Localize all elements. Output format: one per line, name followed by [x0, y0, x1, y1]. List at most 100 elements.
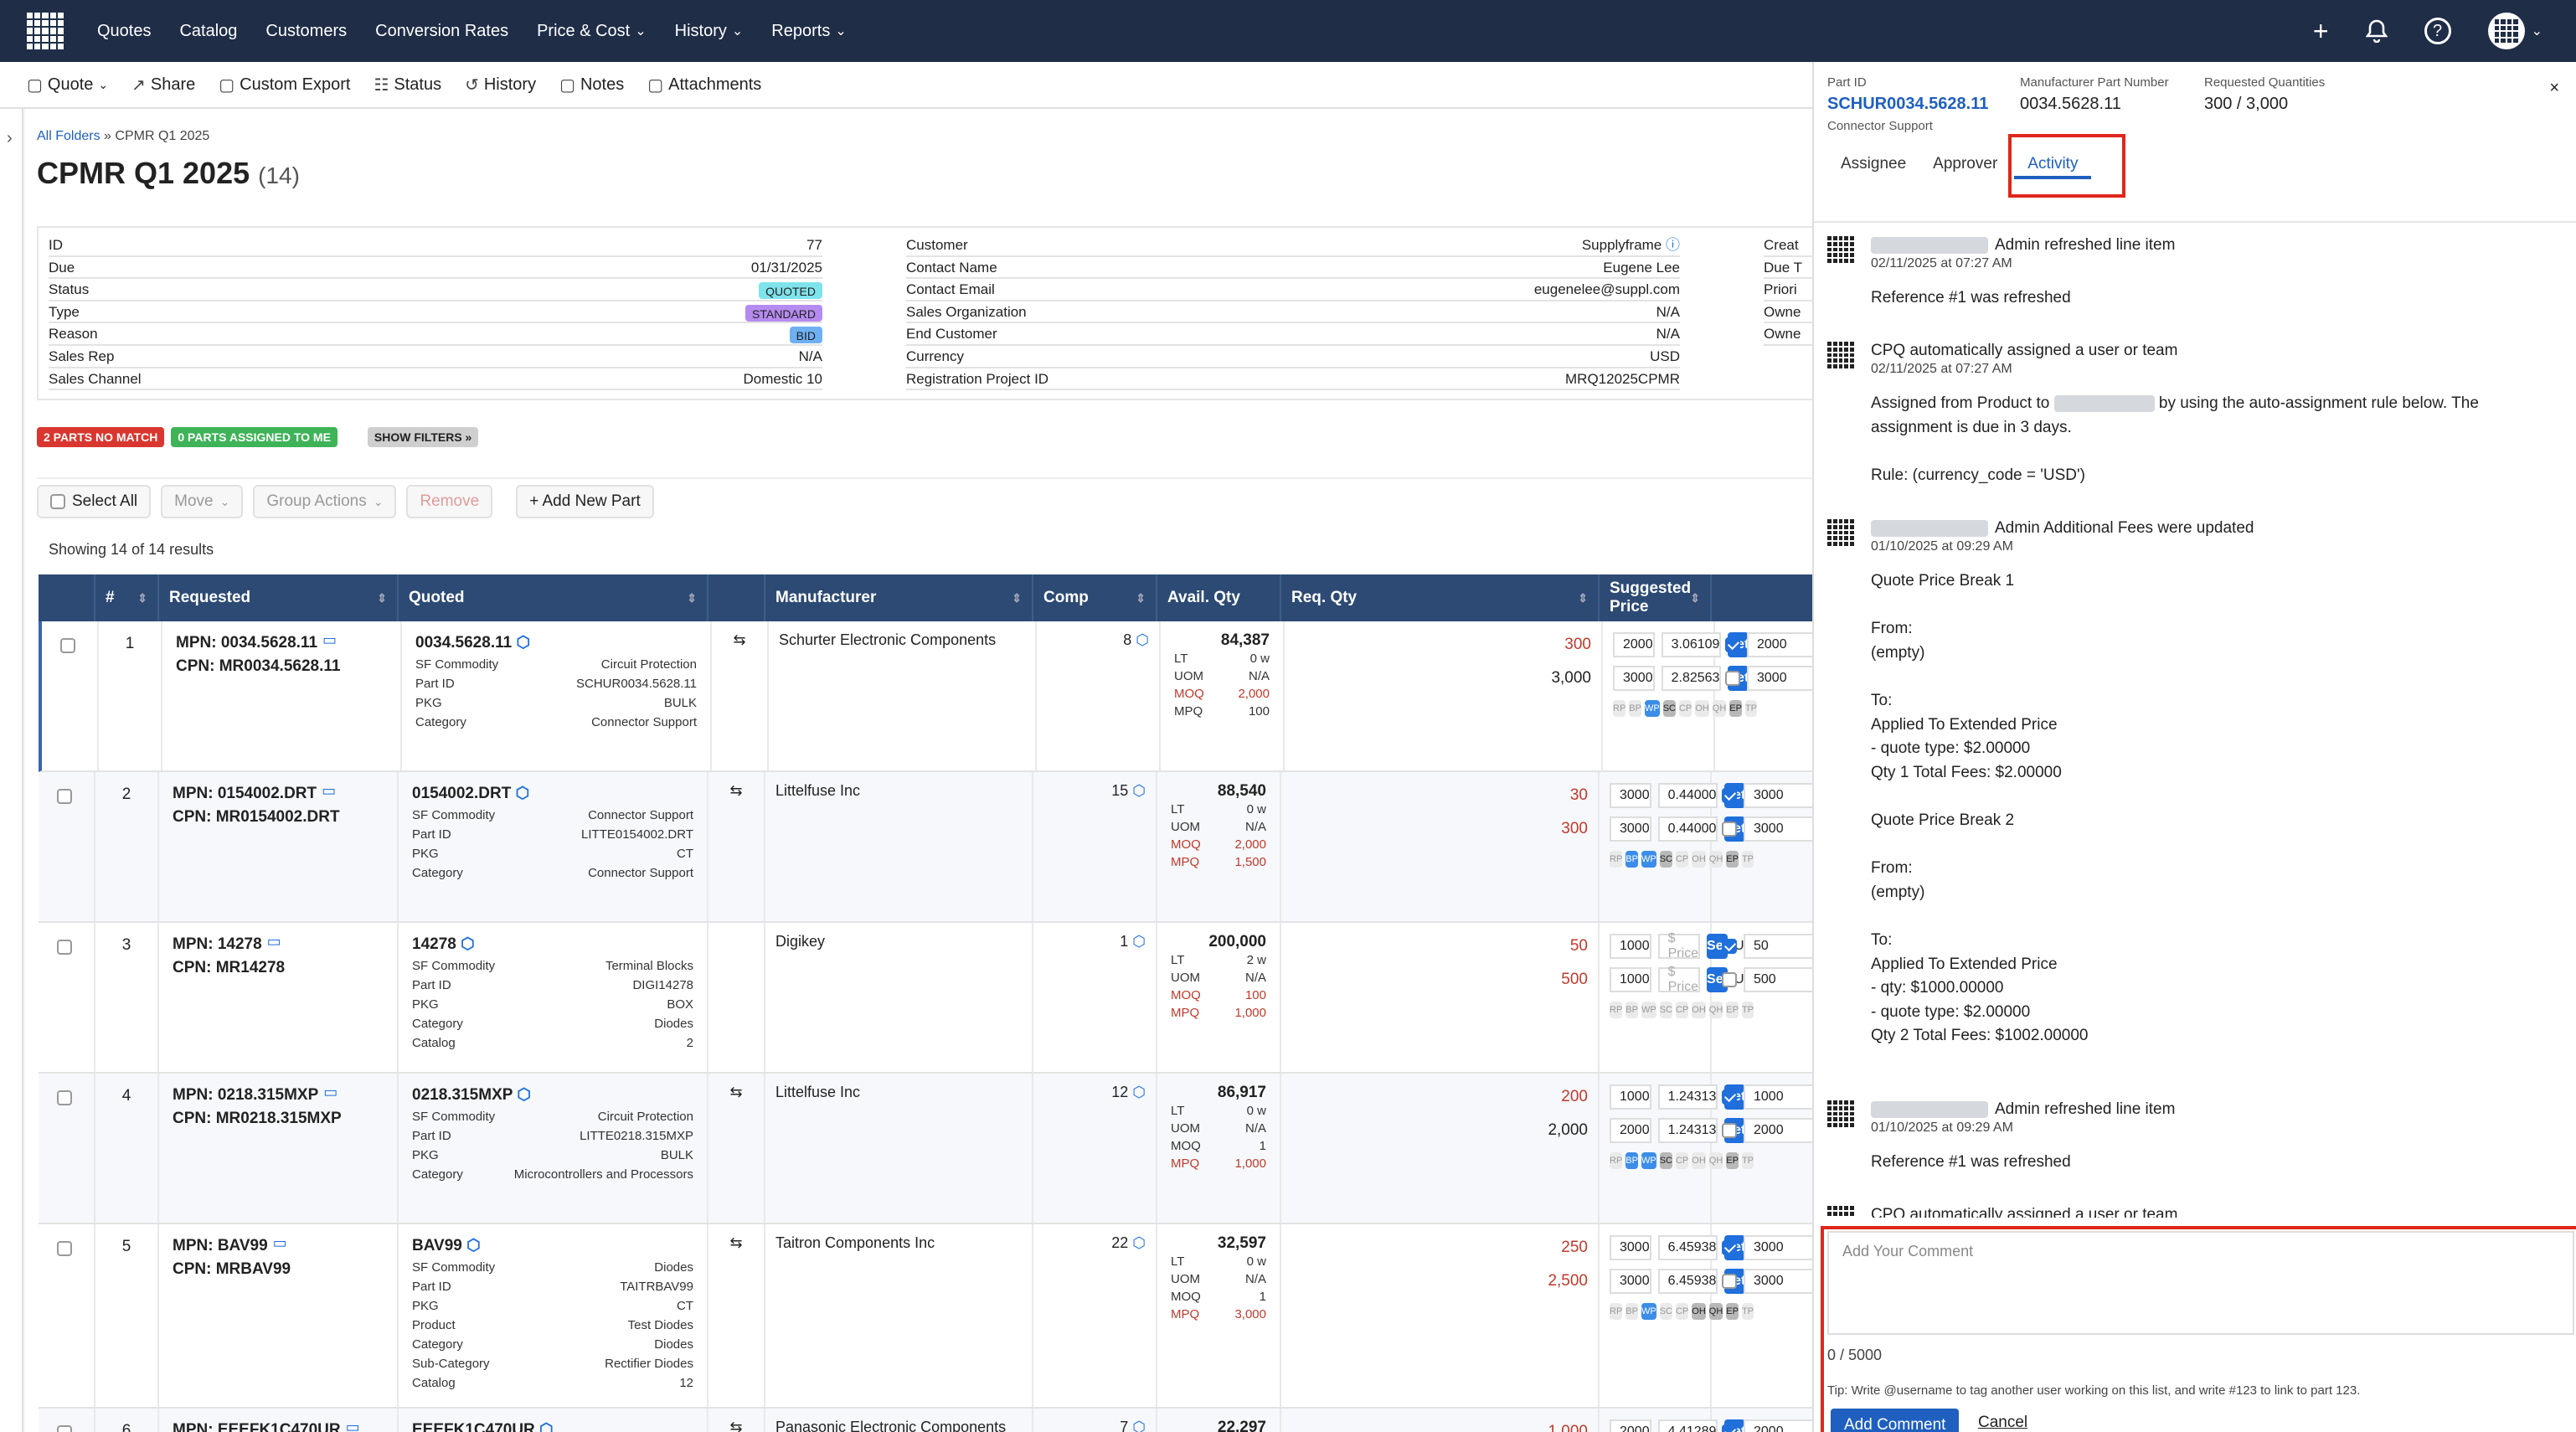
quote-price-input[interactable]: 3000	[1744, 816, 1812, 842]
compare-icon[interactable]: ⇆	[708, 1234, 764, 1252]
compare-icon[interactable]: ⇆	[708, 1084, 764, 1101]
remove-button[interactable]: Remove	[406, 485, 493, 518]
quote-checkbox[interactable]	[1725, 637, 1740, 652]
col-header[interactable]: # ⇕	[95, 574, 159, 621]
quote-price-input[interactable]: 2000	[1744, 1118, 1812, 1143]
header-spacer[interactable]	[708, 574, 765, 621]
quoted-part-link[interactable]: 0154002.DRT ⬡	[412, 782, 693, 806]
comp-count[interactable]: 8	[1123, 631, 1131, 648]
source-tag[interactable]: OH	[1692, 1152, 1706, 1169]
toolbar-share[interactable]: ↗ Share	[131, 75, 195, 95]
source-tag[interactable]: RP	[1610, 851, 1623, 868]
quote-price-input[interactable]: 3000	[1744, 1269, 1812, 1294]
bell-icon[interactable]	[2365, 19, 2388, 43]
table-row[interactable]: 6 MPN: EEEFK1C470UR ▭ EEEFK1C470UR ⬡ ⇆ Panas…	[39, 1409, 1812, 1432]
quoted-part-link[interactable]: 0218.315MXP ⬡	[412, 1084, 693, 1107]
source-tag[interactable]: BP	[1625, 1303, 1638, 1320]
row-checkbox[interactable]	[57, 789, 72, 804]
col-header[interactable]: Requested ⇕	[159, 574, 399, 621]
select-all-button[interactable]: Select All	[37, 485, 152, 518]
col-header[interactable]: Comp ⇕	[1033, 574, 1157, 621]
source-tag[interactable]: BP	[1625, 1152, 1638, 1169]
row-checkbox[interactable]	[57, 1090, 72, 1105]
price-input[interactable]: 3.06109	[1661, 632, 1722, 657]
source-tag[interactable]: CP	[1675, 1303, 1689, 1320]
filter-chip[interactable]: SHOW FILTERS »	[367, 427, 479, 447]
quoted-part-link[interactable]: 14278 ⬡	[412, 933, 693, 956]
quote-checkbox[interactable]	[1722, 788, 1737, 803]
quote-checkbox[interactable]	[1722, 1240, 1737, 1255]
toolbar-custom-export[interactable]: ▢ Custom Export	[219, 75, 350, 95]
price-input[interactable]: 4.41289	[1657, 1419, 1718, 1432]
comp-count[interactable]: 12	[1111, 1084, 1128, 1100]
quote-price-input[interactable]: 3000	[1747, 666, 1812, 691]
source-tag[interactable]: RP	[1610, 1152, 1623, 1169]
toolbar-status[interactable]: ☷ Status	[374, 75, 441, 95]
source-tag[interactable]: SC	[1659, 851, 1672, 868]
table-row[interactable]: 3 MPN: 14278 ▭ CPN: MR14278 14278 ⬡ SF Commo…	[39, 923, 1812, 1074]
group-actions-dropdown[interactable]: Group Actions ⌄	[253, 485, 397, 518]
col-header[interactable]: Quoted ⇕	[399, 574, 708, 621]
quote-checkbox[interactable]	[1722, 972, 1737, 987]
nav-price-cost[interactable]: Price & Cost ⌄	[537, 22, 647, 41]
source-tag[interactable]: RP	[1610, 1002, 1623, 1018]
quote-price-input[interactable]: 500	[1744, 967, 1812, 992]
source-tag[interactable]: WP	[1641, 1303, 1656, 1320]
qty-input[interactable]: 2000	[1610, 1118, 1651, 1143]
source-tag[interactable]: CP	[1678, 700, 1692, 717]
source-tag[interactable]: WP	[1644, 700, 1660, 717]
price-input[interactable]: 2.82563	[1661, 666, 1722, 691]
activity-feed[interactable]: Admin refreshed line item 02/11/2025 at 0…	[1814, 221, 2576, 1218]
price-input[interactable]: 0.44000	[1657, 783, 1718, 808]
table-row[interactable]: 2 MPN: 0154002.DRT ▭ CPN: MR0154002.DRT 015…	[39, 772, 1812, 923]
source-tag[interactable]: SC	[1659, 1303, 1672, 1320]
table-row[interactable]: 5 MPN: BAV99 ▭ CPN: MRBAV99 BAV99 ⬡ SF Commo…	[39, 1224, 1812, 1409]
row-checkbox[interactable]	[57, 1425, 72, 1432]
left-collapse-bar[interactable]: ›	[0, 109, 23, 1432]
price-input[interactable]: $ Price	[1657, 931, 1701, 961]
qty-input[interactable]: 3000	[1610, 1235, 1651, 1260]
user-menu[interactable]: ⌄	[2487, 13, 2543, 49]
close-icon[interactable]: ×	[2549, 79, 2559, 98]
nav-history[interactable]: History ⌄	[675, 22, 744, 41]
qty-input[interactable]: 1000	[1610, 934, 1651, 959]
price-input[interactable]: $ Price	[1657, 965, 1701, 994]
source-tag[interactable]: RP	[1613, 700, 1626, 717]
add-new-part-button[interactable]: + Add New Part	[516, 485, 654, 518]
app-logo-icon[interactable]	[27, 13, 64, 49]
qty-input[interactable]: 2000	[1610, 1419, 1651, 1432]
row-checkbox[interactable]	[57, 940, 72, 955]
quoted-part-link[interactable]: 0034.5628.11 ⬡	[415, 631, 697, 655]
comp-count[interactable]: 15	[1111, 782, 1128, 799]
help-icon[interactable]: ?	[2424, 18, 2451, 44]
source-tag[interactable]: BP	[1625, 1002, 1638, 1018]
source-tag[interactable]: SC	[1659, 1002, 1672, 1018]
quote-checkbox[interactable]	[1722, 1123, 1737, 1138]
col-header[interactable]: Suggested Price ⇕	[1600, 574, 1712, 621]
qty-input[interactable]: 2000	[1613, 632, 1655, 657]
comp-count[interactable]: 22	[1111, 1234, 1128, 1251]
folder-icon[interactable]: ▭	[322, 782, 336, 806]
toolbar-attachments[interactable]: ▢ Attachments	[647, 75, 761, 95]
folder-icon[interactable]: ▭	[267, 933, 281, 956]
filter-chip[interactable]: 2 PARTS NO MATCH	[37, 427, 165, 447]
col-header[interactable]: Avail. Qty	[1157, 574, 1281, 621]
compare-icon[interactable]: ⇆	[712, 631, 767, 649]
qty-input[interactable]: 1000	[1610, 1084, 1651, 1110]
folder-icon[interactable]: ▭	[323, 1084, 337, 1107]
comp-count[interactable]: 7	[1120, 1419, 1128, 1432]
col-header[interactable]: Req. Qty ⇕	[1281, 574, 1600, 621]
quote-checkbox[interactable]	[1722, 1089, 1737, 1105]
table-row[interactable]: 1 MPN: 0034.5628.11 ▭ CPN: MR0034.5628.11 0…	[39, 621, 1812, 772]
folder-icon[interactable]: ▭	[322, 631, 337, 655]
qty-input[interactable]: 3000	[1610, 816, 1651, 842]
folder-icon[interactable]: ▭	[346, 1419, 360, 1432]
source-tag[interactable]: CP	[1675, 1152, 1689, 1169]
source-tag[interactable]: WP	[1641, 851, 1656, 868]
source-tag[interactable]: OH	[1695, 700, 1709, 717]
source-tag[interactable]: CP	[1675, 851, 1689, 868]
quoted-part-link[interactable]: EEEFK1C470UR ⬡	[412, 1419, 693, 1432]
source-tag[interactable]: BP	[1629, 700, 1641, 717]
nav-catalog[interactable]: Catalog	[179, 22, 237, 41]
compare-icon[interactable]: ⇆	[708, 782, 764, 800]
